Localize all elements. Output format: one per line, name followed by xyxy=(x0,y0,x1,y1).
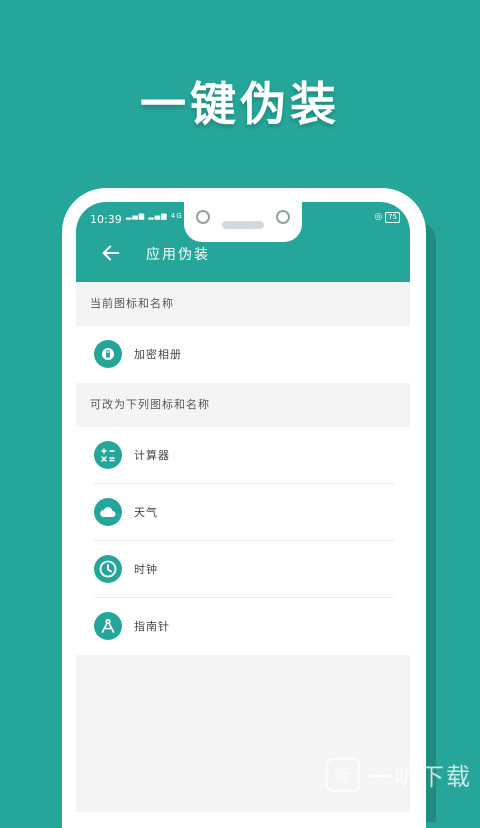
list-item-calculator[interactable]: 计算器 xyxy=(76,427,410,484)
list-item-label: 时钟 xyxy=(134,563,158,576)
clock-icon xyxy=(94,555,122,583)
alarm-icon: ◎ xyxy=(374,212,383,222)
phone-side-button xyxy=(426,470,436,560)
network-type: 4G xyxy=(170,212,183,220)
signal-icon: ▂▄▆ ▂▄▆ 4G xyxy=(126,212,183,220)
app-bar: 10:39 ▂▄▆ ▂▄▆ 4G ◎ 75 应用伪装 xyxy=(76,202,410,282)
watermark-logo: 听 xyxy=(326,757,360,792)
current-item-block: 加密相册 xyxy=(76,326,410,383)
list-item-compass[interactable]: 指南针 xyxy=(76,598,410,655)
speaker-grille xyxy=(222,221,264,229)
options-block: 计算器 天气 时钟 指南针 xyxy=(76,427,410,655)
battery-level: 75 xyxy=(388,213,397,221)
cloud-icon xyxy=(94,498,122,526)
camera-notch xyxy=(184,202,302,242)
watermark: 听 一听下载 xyxy=(326,757,472,792)
status-right: ◎ 75 xyxy=(374,212,400,223)
list-item-clock[interactable]: 时钟 xyxy=(76,541,410,598)
watermark-text: 一听下载 xyxy=(368,763,472,791)
list-item-label: 天气 xyxy=(134,506,158,519)
list-item-label: 指南针 xyxy=(134,620,170,633)
back-arrow-icon[interactable] xyxy=(100,242,122,264)
hero-title: 一键伪装 xyxy=(140,77,340,131)
lock-icon xyxy=(94,340,122,368)
phone-screen: 10:39 ▂▄▆ ▂▄▆ 4G ◎ 75 应用伪装 当前图标和名称 加密相册 … xyxy=(76,202,410,812)
battery-icon: 75 xyxy=(385,212,400,223)
camera-icon xyxy=(196,210,210,224)
list-item-weather[interactable]: 天气 xyxy=(76,484,410,541)
list-item-label: 计算器 xyxy=(134,449,170,462)
camera-icon xyxy=(276,210,290,224)
list-item-current[interactable]: 加密相册 xyxy=(76,326,410,383)
compass-icon xyxy=(94,612,122,640)
section-header-options: 可改为下列图标和名称 xyxy=(76,383,410,427)
section-header-current: 当前图标和名称 xyxy=(76,282,410,326)
status-time: 10:39 xyxy=(90,213,122,226)
list-item-label: 加密相册 xyxy=(134,348,182,361)
calculator-icon xyxy=(94,441,122,469)
app-bar-title: 应用伪装 xyxy=(146,247,210,263)
phone-side-button xyxy=(426,362,436,420)
